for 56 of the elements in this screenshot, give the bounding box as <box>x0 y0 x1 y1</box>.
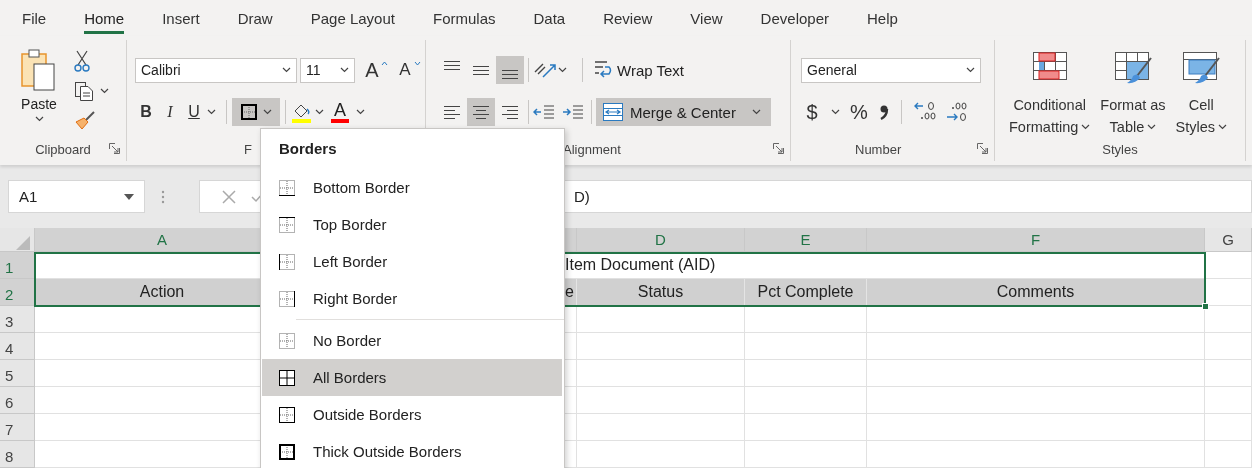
percent-button[interactable]: % <box>848 99 870 125</box>
ribbon-tab[interactable]: View <box>671 0 742 36</box>
group-label: Number <box>855 141 902 157</box>
underline-button[interactable]: U <box>183 99 205 125</box>
menu-item[interactable]: All Borders <box>262 359 562 396</box>
group-label: Alignment <box>563 141 621 157</box>
grid-cell: Status <box>577 279 745 306</box>
grow-font-button[interactable]: A <box>361 57 383 83</box>
shrink-font-button[interactable]: A <box>394 57 416 83</box>
format-as-table-button[interactable]: Format as Table <box>1100 40 1166 138</box>
column-header[interactable]: F <box>867 228 1205 252</box>
font-name-field[interactable]: Calibri <box>135 57 297 83</box>
row-header[interactable]: 7 <box>0 414 35 441</box>
menu-title: Borders <box>278 139 338 159</box>
cell-styles-button[interactable]: Cell Styles <box>1175 40 1228 138</box>
currency-button[interactable]: $ <box>801 99 823 125</box>
grid-cell: Pct Complete <box>745 279 867 306</box>
formula-text: D) <box>574 188 590 205</box>
row-header[interactable]: 3 <box>0 306 35 333</box>
ribbon-tab[interactable]: Insert <box>143 0 219 36</box>
menu-item[interactable]: Outside Borders <box>262 396 562 433</box>
ribbon-tab[interactable]: Formulas <box>413 0 515 36</box>
group-label: F <box>244 141 252 157</box>
paste-button[interactable]: Paste <box>14 40 64 137</box>
group-label: Styles <box>1102 142 1138 157</box>
ribbon-tab[interactable]: Help <box>848 0 917 36</box>
ribbon-tab[interactable]: File <box>3 0 66 36</box>
font-size-field[interactable]: 11 <box>300 57 355 83</box>
grid-cell: Item Document (AID) <box>565 256 716 274</box>
wrap-text-button[interactable]: Wrap Text <box>587 56 690 84</box>
row-header[interactable]: 6 <box>0 387 35 414</box>
menu-item[interactable]: Thick Outside Borders <box>262 433 562 468</box>
ribbon-tab[interactable]: Page Layout <box>291 0 414 36</box>
row-header[interactable]: 1 <box>0 252 35 279</box>
merge-center-button[interactable]: Merge & Center <box>596 98 771 126</box>
grid-cell: Comments <box>867 279 1205 306</box>
italic-button[interactable]: I <box>159 99 181 125</box>
ribbon-tab[interactable]: Home <box>65 0 144 36</box>
group-label: Clipboard <box>35 141 91 157</box>
row-header[interactable]: 2 <box>0 279 35 306</box>
number-format-field[interactable]: General <box>801 57 981 83</box>
font-color-button[interactable]: A <box>326 98 354 126</box>
ribbon-tab[interactable]: Developer <box>741 0 848 36</box>
row-header[interactable]: 8 <box>0 441 35 468</box>
menu-item[interactable]: No Border <box>262 322 562 359</box>
row-header[interactable]: 4 <box>0 333 35 360</box>
name-box[interactable]: A1 <box>8 180 145 213</box>
column-header[interactable]: E <box>745 228 867 252</box>
bold-button[interactable]: B <box>135 99 157 125</box>
conditional-formatting-button[interactable]: Conditional Formatting <box>1009 40 1091 138</box>
row-header[interactable]: 5 <box>0 360 35 387</box>
column-header[interactable]: G <box>1205 228 1252 252</box>
ribbon-tab[interactable]: Review <box>584 0 672 36</box>
ribbon-tab[interactable]: Draw <box>218 0 292 36</box>
column-header[interactable]: D <box>577 228 745 252</box>
ribbon-tab[interactable]: Data <box>514 0 585 36</box>
